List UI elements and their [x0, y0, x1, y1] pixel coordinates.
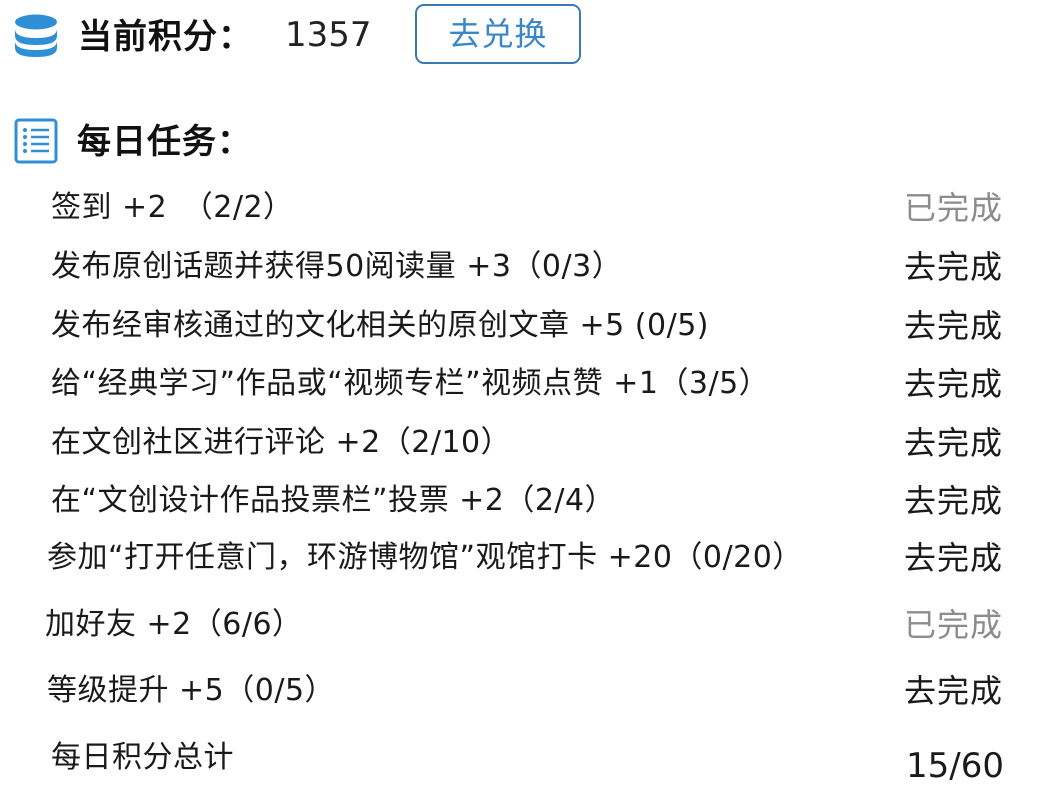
go-complete-button[interactable]: 去完成: [904, 669, 1003, 713]
go-complete-button[interactable]: 去完成: [904, 245, 1003, 289]
task-label: 等级提升 +5（0/5）: [47, 673, 336, 708]
task-row: 参加“打开任意门，环游博物馆”观馆打卡 +20（0/20） 去完成: [0, 536, 1056, 580]
go-complete-button[interactable]: 去完成: [904, 536, 1003, 580]
task-row: 加好友 +2（6/6） 已完成: [0, 603, 1056, 647]
task-status-done: 已完成: [904, 189, 1004, 227]
database-stack-icon: [15, 14, 57, 57]
task-label: 参加“打开任意门，环游博物馆”观馆打卡 +20（0/20）: [47, 540, 803, 575]
task-row: 在“文创设计作品投票栏”投票 +2（2/4） 去完成: [0, 479, 1056, 523]
task-label: 发布经审核通过的文化相关的原创文章 +5 (0/5): [51, 308, 709, 343]
task-row: 发布原创话题并获得50阅读量 +3（0/3） 去完成: [0, 245, 1056, 289]
task-row: 等级提升 +5（0/5） 去完成: [0, 669, 1056, 713]
go-complete-button[interactable]: 去完成: [904, 479, 1003, 523]
points-value: 1357: [285, 15, 372, 55]
daily-tasks-title: 每日任务：: [77, 122, 252, 162]
task-row: 给“经典学习”作品或“视频专栏”视频点赞 +1（3/5） 去完成: [0, 362, 1056, 406]
task-label: 在文创社区进行评论 +2（2/10）: [51, 425, 512, 460]
go-complete-button[interactable]: 去完成: [904, 421, 1003, 465]
task-label: 加好友 +2（6/6）: [45, 607, 303, 642]
task-row: 签到 +2 （2/2） 已完成: [0, 186, 1056, 230]
task-label: 签到 +2 （2/2）: [51, 190, 294, 225]
go-complete-button[interactable]: 去完成: [904, 304, 1003, 348]
task-list-icon: [14, 118, 58, 164]
task-row: 在文创社区进行评论 +2（2/10） 去完成: [0, 421, 1056, 465]
points-label: 当前积分：: [78, 17, 253, 57]
task-status-done: 已完成: [904, 606, 1004, 644]
task-row: 发布经审核通过的文化相关的原创文章 +5 (0/5) 去完成: [0, 304, 1056, 348]
task-label: 发布原创话题并获得50阅读量 +3（0/3）: [51, 249, 623, 284]
task-label: 在“文创设计作品投票栏”投票 +2（2/4）: [51, 483, 616, 518]
daily-points-total-label: 每日积分总计: [51, 740, 234, 775]
daily-points-total-value: 15/60: [906, 746, 1004, 786]
redeem-button[interactable]: 去兑换: [415, 4, 581, 64]
task-label: 给“经典学习”作品或“视频专栏”视频点赞 +1（3/5）: [51, 366, 770, 401]
go-complete-button[interactable]: 去完成: [904, 362, 1003, 406]
